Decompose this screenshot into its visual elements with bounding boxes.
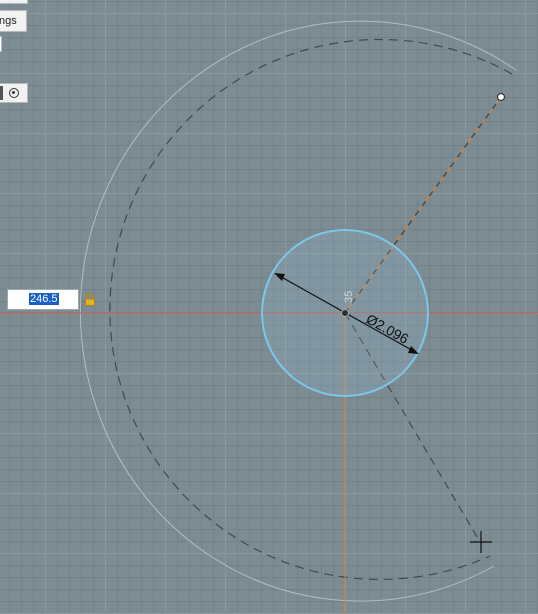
radio-target-icon xyxy=(9,88,19,98)
divider xyxy=(0,86,3,100)
angle-label: 35 xyxy=(343,291,355,303)
dimension-input[interactable]: 246.5 xyxy=(7,289,79,310)
tool-button[interactable] xyxy=(0,83,28,103)
lock-icon[interactable] xyxy=(84,293,96,306)
sketch-canvas[interactable]: Ø2.096 35 xyxy=(0,0,538,614)
end-point[interactable] xyxy=(496,92,506,102)
settings-button[interactable]: ngs xyxy=(0,10,27,32)
center-point[interactable] xyxy=(341,309,349,317)
dimension-input-value: 246.5 xyxy=(29,293,59,305)
crosshair-cursor-icon xyxy=(470,531,492,553)
toolbar-input-fragment[interactable] xyxy=(0,36,2,52)
toolbar-fragment-top xyxy=(0,0,28,4)
